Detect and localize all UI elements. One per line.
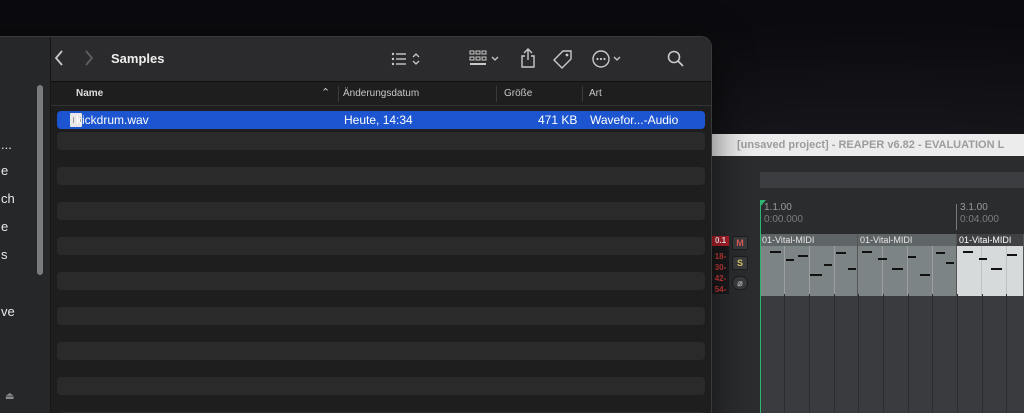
clip-name: 01-Vital-MIDI <box>760 234 857 246</box>
ruler-time-label: 0:04.000 <box>960 214 999 225</box>
file-row-selected[interactable]: kickdrum.wav Heute, 14:34 471 KB Wavefor… <box>57 111 705 129</box>
empty-row <box>57 307 705 325</box>
timeline-ruler[interactable]: 1.1.00 0:00.000 3.1.00 0:04.000 <box>760 196 1024 232</box>
finder-main: Samples Name ⌃ Änderungsdatum Größe Art … <box>51 37 711 413</box>
sidebar-scrollbar[interactable] <box>37 85 43 275</box>
sidebar-item[interactable]: ve <box>1 304 15 319</box>
file-size: 471 KB <box>538 113 578 127</box>
empty-row <box>57 237 705 255</box>
phase-invert-button[interactable]: ⌀ <box>732 276 748 290</box>
track-control-panel: 0.1 18- 30- 42- 54- M S ⌀ <box>712 234 760 296</box>
reaper-title: [unsaved project] - REAPER v6.82 - EVALU… <box>712 134 1024 156</box>
chevron-right-icon[interactable] <box>83 49 95 70</box>
window-title: Samples <box>111 51 165 66</box>
sort-ascending-icon[interactable]: ⌃ <box>321 86 330 99</box>
empty-row <box>57 377 705 395</box>
ruler-time-label: 0:00.000 <box>764 214 803 225</box>
reaper-window: [unsaved project] - REAPER v6.82 - EVALU… <box>712 134 1024 413</box>
group-grid-icon[interactable] <box>469 50 503 71</box>
file-date: Heute, 14:34 <box>344 113 413 127</box>
clip-name: 01-Vital-MIDI <box>957 234 1023 246</box>
empty-row <box>57 342 705 360</box>
empty-row <box>57 132 705 150</box>
finder-window: ... e ch e s ve ⏏ Samples Name ⌃ Änderun… <box>0 36 712 413</box>
column-header: Name ⌃ Änderungsdatum Größe Art <box>51 82 711 106</box>
track-meter: 0.1 18- 30- 42- 54- <box>712 236 729 294</box>
ellipsis-circle-icon[interactable] <box>591 49 625 72</box>
file-name: kickdrum.wav <box>76 113 149 127</box>
mute-button[interactable]: M <box>732 236 748 250</box>
finder-sidebar: ... e ch e s ve ⏏ <box>0 37 51 413</box>
clip-name: 01-Vital-MIDI <box>858 234 956 246</box>
finder-toolbar: Samples <box>51 37 711 82</box>
meter-label: 54- <box>714 285 727 294</box>
sidebar-item[interactable]: ch <box>1 191 15 206</box>
file-kind: Wavefor...-Audio <box>590 113 679 127</box>
meter-label: 18- <box>714 252 727 261</box>
meter-peak: 0.1 <box>712 236 729 246</box>
search-icon[interactable] <box>667 50 685 71</box>
ruler-bar-label: 3.1.00 <box>960 202 988 213</box>
sidebar-item[interactable]: ... <box>1 137 12 152</box>
list-view-icon[interactable] <box>391 51 425 70</box>
sidebar-item[interactable]: e <box>1 163 8 178</box>
column-size-header[interactable]: Größe <box>504 88 532 99</box>
track-lane[interactable]: 01-Vital-MIDI 01-Vital-MIDI 01-Vital-MID… <box>760 234 1024 413</box>
meter-label: 30- <box>714 263 727 272</box>
midi-clip-selected[interactable]: 01-Vital-MIDI <box>957 234 1024 296</box>
column-kind-header[interactable]: Art <box>589 88 602 99</box>
ruler-bar-label: 1.1.00 <box>764 202 792 213</box>
empty-row <box>57 202 705 220</box>
tag-icon[interactable] <box>553 49 573 72</box>
column-name-header[interactable]: Name <box>76 88 103 99</box>
sidebar-item[interactable]: e <box>1 219 8 234</box>
empty-row <box>57 272 705 290</box>
chevron-left-icon[interactable] <box>53 49 65 70</box>
midi-clip[interactable]: 01-Vital-MIDI <box>858 234 957 296</box>
sidebar-item[interactable]: s <box>1 247 8 262</box>
column-date-header[interactable]: Änderungsdatum <box>343 88 419 99</box>
empty-row <box>57 167 705 185</box>
meter-label: 42- <box>714 274 727 283</box>
reaper-transport-bar <box>760 172 1024 188</box>
solo-button[interactable]: S <box>732 256 748 270</box>
eject-icon[interactable]: ⏏ <box>5 391 14 402</box>
playhead-line <box>760 206 761 413</box>
midi-clip[interactable]: 01-Vital-MIDI <box>760 234 858 296</box>
share-icon[interactable] <box>520 48 536 71</box>
